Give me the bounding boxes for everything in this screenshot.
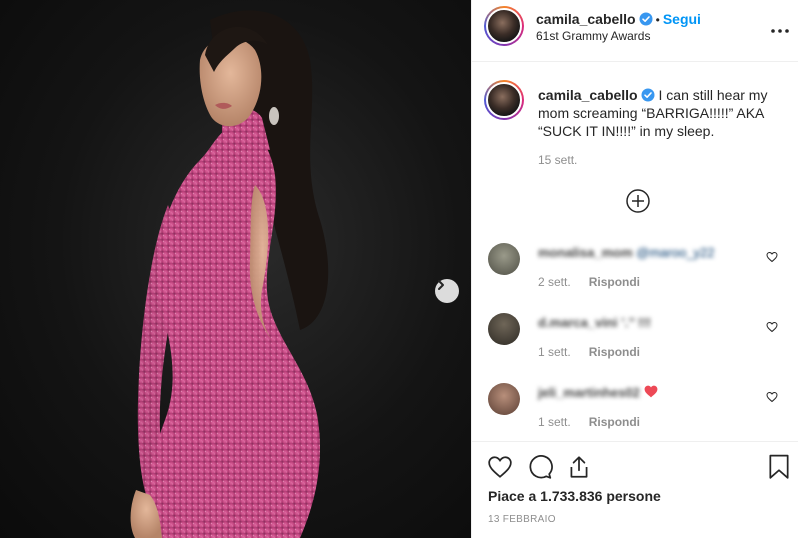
caption-avatar[interactable] — [484, 80, 524, 120]
post-sidebar: camila_cabello • Segui 61st Grammy Awards … — [471, 0, 798, 538]
reply-button[interactable]: Rispondi — [589, 415, 640, 429]
caption-text-block: camila_cabello I can still hear my mom s… — [538, 86, 788, 140]
more-icon — [771, 29, 789, 33]
comment-body: ’.’’ !!! — [621, 315, 651, 330]
verified-badge-icon — [641, 88, 655, 102]
username-link[interactable]: camila_cabello — [536, 11, 636, 27]
comment-item: jeli_martinhes02 1 sett. Rispondi — [488, 383, 788, 443]
comment-text: monalisa_mom @maroo_y22 — [538, 245, 715, 260]
avatar[interactable] — [488, 243, 520, 275]
heart-icon[interactable] — [766, 391, 778, 403]
comment-icon[interactable] — [527, 454, 553, 480]
comment-time[interactable]: 2 sett. — [538, 275, 571, 289]
share-icon[interactable] — [566, 454, 592, 480]
heart-icon[interactable] — [487, 454, 513, 480]
comment-username[interactable]: jeli_martinhes02 — [538, 385, 640, 400]
more-options-button[interactable] — [771, 16, 789, 39]
post-date[interactable]: 13 FEBBRAIO — [488, 514, 556, 525]
heart-icon[interactable] — [766, 251, 778, 263]
chevron-right-icon — [438, 280, 444, 290]
post-header: camila_cabello • Segui 61st Grammy Awards — [472, 0, 798, 62]
comment-body: @maroo_y22 — [636, 245, 715, 260]
comment-username[interactable]: d.marca_vini — [538, 315, 618, 330]
comment-time[interactable]: 1 sett. — [538, 415, 571, 429]
comment-time[interactable]: 1 sett. — [538, 345, 571, 359]
follow-button[interactable]: Segui — [663, 11, 701, 27]
comment-meta: 1 sett. Rispondi — [538, 415, 640, 429]
likes-count[interactable]: Piace a 1.733.836 persone — [488, 488, 661, 504]
comment-item: monalisa_mom @maroo_y22 2 sett. Rispondi — [488, 243, 788, 303]
red-heart-emoji-icon — [644, 385, 657, 398]
post-actions: Piace a 1.733.836 persone 13 FEBBRAIO — [472, 441, 798, 538]
post-image — [130, 10, 329, 538]
avatar[interactable] — [488, 383, 520, 415]
heart-icon[interactable] — [766, 321, 778, 333]
comment-meta: 1 sett. Rispondi — [538, 345, 640, 359]
plus-circle-icon — [626, 189, 650, 213]
location-link[interactable]: 61st Grammy Awards — [536, 29, 650, 43]
next-photo-button[interactable] — [435, 279, 459, 303]
comment-text: d.marca_vini ’.’’ !!! — [538, 315, 651, 330]
comment-item: d.marca_vini ’.’’ !!! 1 sett. Rispondi — [488, 313, 788, 373]
caption-timestamp[interactable]: 15 sett. — [538, 153, 577, 167]
caption-username[interactable]: camila_cabello — [538, 87, 638, 103]
bookmark-icon[interactable] — [768, 454, 790, 480]
load-more-comments-button[interactable] — [626, 189, 650, 213]
separator-dot: • — [655, 13, 660, 27]
post-photo[interactable] — [0, 0, 471, 538]
reply-button[interactable]: Rispondi — [589, 275, 640, 289]
reply-button[interactable]: Rispondi — [589, 345, 640, 359]
comment-meta: 2 sett. Rispondi — [538, 275, 640, 289]
comment-username[interactable]: monalisa_mom — [538, 245, 633, 260]
header-user-row: camila_cabello • Segui — [536, 11, 701, 27]
verified-badge-icon — [639, 12, 653, 26]
avatar[interactable] — [488, 313, 520, 345]
avatar[interactable] — [484, 6, 524, 46]
comment-text: jeli_martinhes02 — [538, 385, 658, 400]
